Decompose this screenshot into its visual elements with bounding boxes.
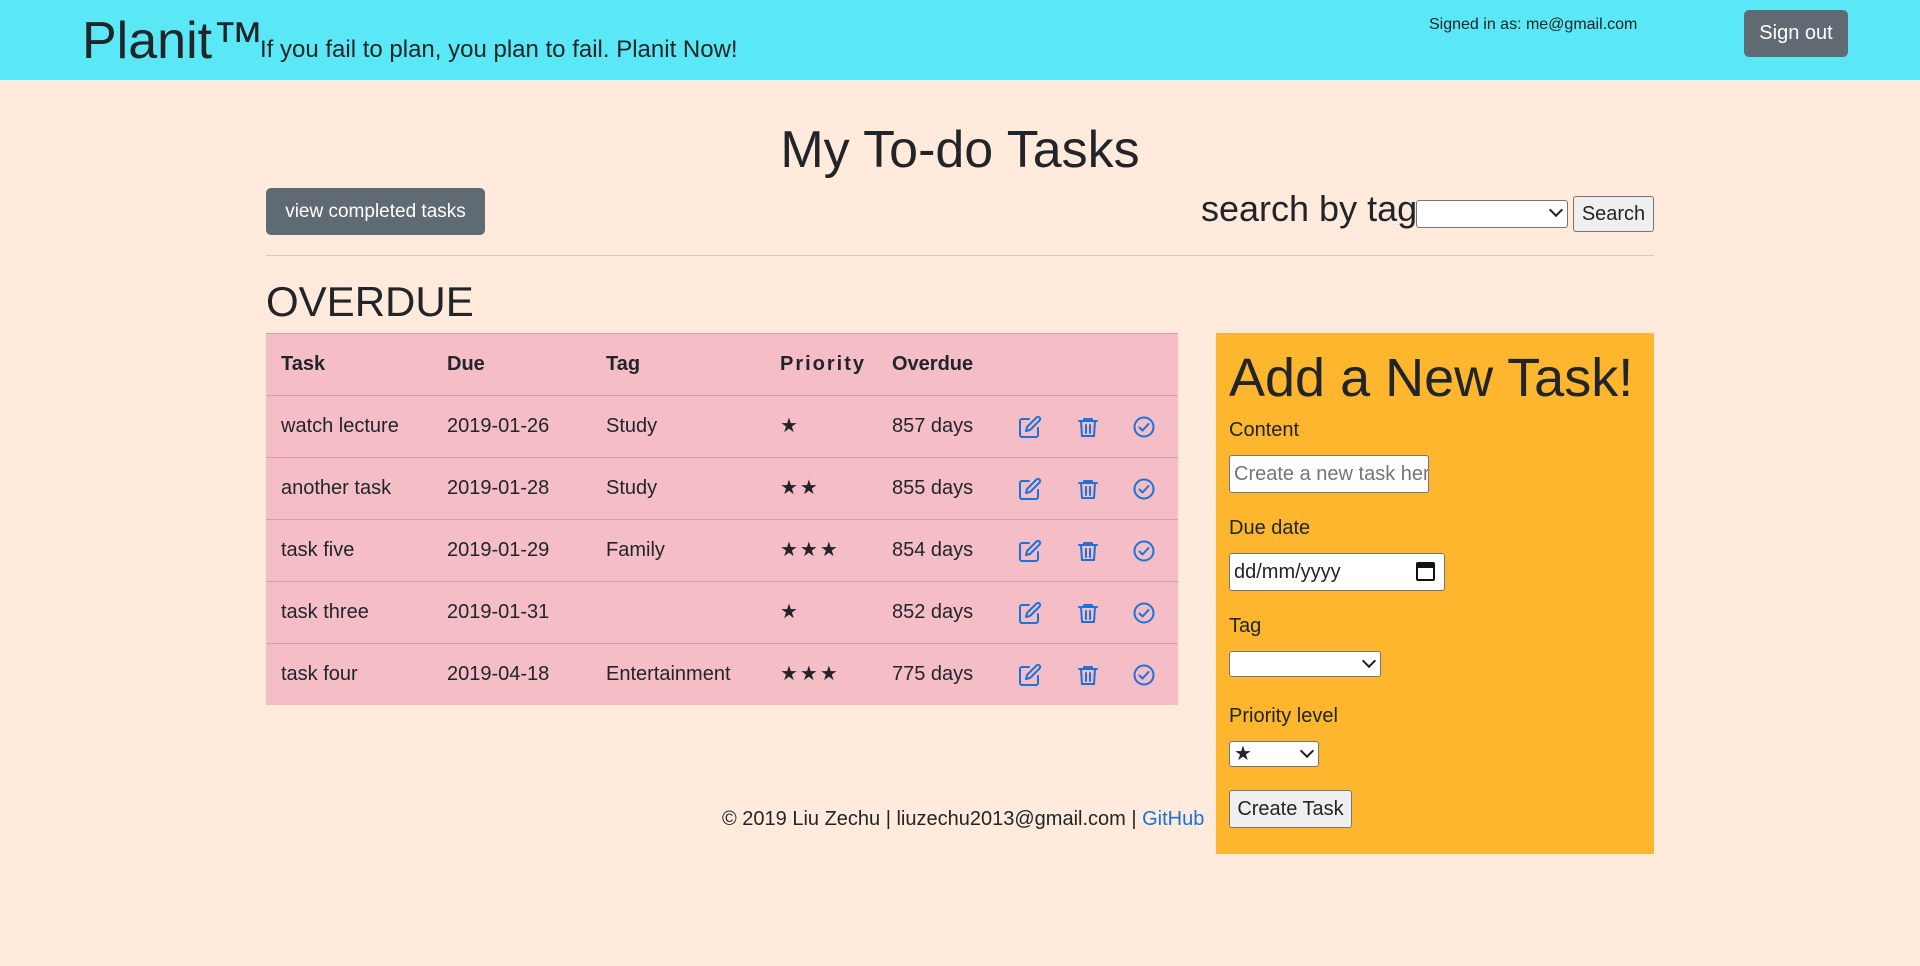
priority-cell: ★★★: [780, 539, 840, 561]
check-circle-icon[interactable]: [1132, 415, 1156, 439]
due-date-label: Due date: [1229, 517, 1311, 539]
signed-in-text: Signed in as: me@gmail.com: [1429, 16, 1638, 33]
create-task-button[interactable]: Create Task: [1229, 790, 1352, 828]
due-date-input[interactable]: dd/mm/yyyy: [1229, 553, 1445, 591]
trash-icon[interactable]: [1076, 415, 1100, 439]
edit-icon[interactable]: [1018, 415, 1042, 439]
priority-cell: ★★: [780, 477, 820, 499]
column-header-tag: Tag: [606, 353, 641, 375]
tagline: If you fail to plan, you plan to fail. P…: [260, 36, 738, 63]
chevron-down-icon: [1361, 653, 1377, 669]
chevron-down-icon: [1548, 202, 1564, 218]
overdue-cell: 855 days: [892, 477, 974, 499]
due-cell: 2019-01-26: [447, 415, 550, 437]
table-row: another task 2019-01-28 Study ★★ 855 days: [266, 457, 1178, 519]
priority-cell: ★★★: [780, 663, 840, 685]
column-header-task: Task: [281, 353, 326, 375]
top-navbar: Planit™ If you fail to plan, you plan to…: [0, 0, 1920, 80]
edit-icon[interactable]: [1018, 663, 1042, 687]
column-header-priority: Priority: [780, 353, 867, 375]
overdue-cell: 775 days: [892, 663, 974, 685]
overdue-cell: 852 days: [892, 601, 974, 623]
section-title-overdue: OVERDUE: [266, 278, 474, 325]
table-row: task four 2019-04-18 Entertainment ★★★ 775 d…: [266, 643, 1178, 705]
column-header-due: Due: [447, 353, 485, 375]
check-circle-icon[interactable]: [1132, 477, 1156, 501]
priority-select-value: ★: [1234, 743, 1252, 765]
task-cell: another task: [281, 477, 392, 499]
divider: [266, 255, 1654, 256]
column-header-overdue: Overdue: [892, 353, 974, 375]
table-row: watch lecture 2019-01-26 Study ★ 857 days: [266, 395, 1178, 457]
task-cell: task four: [281, 663, 358, 685]
add-task-panel: Add a New Task! Content Create a new tas…: [1216, 333, 1654, 854]
overdue-cell: 857 days: [892, 415, 974, 437]
priority-level-label: Priority level: [1229, 705, 1338, 727]
chevron-down-icon: [1299, 743, 1315, 759]
view-completed-button[interactable]: view completed tasks: [266, 188, 485, 235]
priority-select[interactable]: ★: [1229, 741, 1319, 767]
footer-text: © 2019 Liu Zechu | liuzechu2013@gmail.co…: [722, 808, 1143, 830]
priority-cell: ★: [780, 601, 800, 623]
search-button[interactable]: Search: [1573, 196, 1654, 232]
tag-cell: Study: [606, 415, 658, 437]
footer: © 2019 Liu Zechu | liuzechu2013@gmail.co…: [722, 806, 1204, 832]
calendar-icon[interactable]: [1416, 562, 1435, 581]
add-task-title: Add a New Task!: [1229, 348, 1634, 408]
page-title: My To-do Tasks: [780, 121, 1140, 179]
due-date-placeholder: dd/mm/yyyy: [1234, 561, 1341, 583]
tag-cell: Family: [606, 539, 665, 561]
overdue-task-table: Task Due Tag Priority Overdue watch lect…: [266, 333, 1178, 705]
trash-icon[interactable]: [1076, 477, 1100, 501]
check-circle-icon[interactable]: [1132, 663, 1156, 687]
edit-icon[interactable]: [1018, 477, 1042, 501]
edit-icon[interactable]: [1018, 539, 1042, 563]
trash-icon[interactable]: [1076, 601, 1100, 625]
overdue-cell: 854 days: [892, 539, 974, 561]
tag-cell: Study: [606, 477, 658, 499]
search-by-tag-label: search by tag: [1201, 188, 1418, 229]
content-input[interactable]: Create a new task here: [1229, 455, 1429, 493]
content-label: Content: [1229, 419, 1300, 441]
task-cell: watch lecture: [281, 415, 399, 437]
tag-label: Tag: [1229, 615, 1262, 637]
sign-out-button[interactable]: Sign out: [1744, 10, 1848, 57]
due-cell: 2019-04-18: [447, 663, 550, 685]
search-tag-select[interactable]: [1416, 200, 1568, 228]
check-circle-icon[interactable]: [1132, 539, 1156, 563]
table-header-row: Task Due Tag Priority Overdue: [266, 333, 1178, 395]
trash-icon[interactable]: [1076, 663, 1100, 687]
table-row: task three 2019-01-31 ★ 852 days: [266, 581, 1178, 643]
due-cell: 2019-01-28: [447, 477, 550, 499]
due-cell: 2019-01-29: [447, 539, 550, 561]
task-cell: task three: [281, 601, 369, 623]
table-row: task five 2019-01-29 Family ★★★ 854 days: [266, 519, 1178, 581]
priority-cell: ★: [780, 415, 800, 437]
check-circle-icon[interactable]: [1132, 601, 1156, 625]
tag-cell: Entertainment: [606, 663, 731, 685]
tag-select[interactable]: [1229, 651, 1381, 677]
github-link[interactable]: GitHub: [1142, 808, 1204, 830]
due-cell: 2019-01-31: [447, 601, 550, 623]
edit-icon[interactable]: [1018, 601, 1042, 625]
task-cell: task five: [281, 539, 355, 561]
trash-icon[interactable]: [1076, 539, 1100, 563]
brand-logo[interactable]: Planit™: [82, 10, 264, 72]
